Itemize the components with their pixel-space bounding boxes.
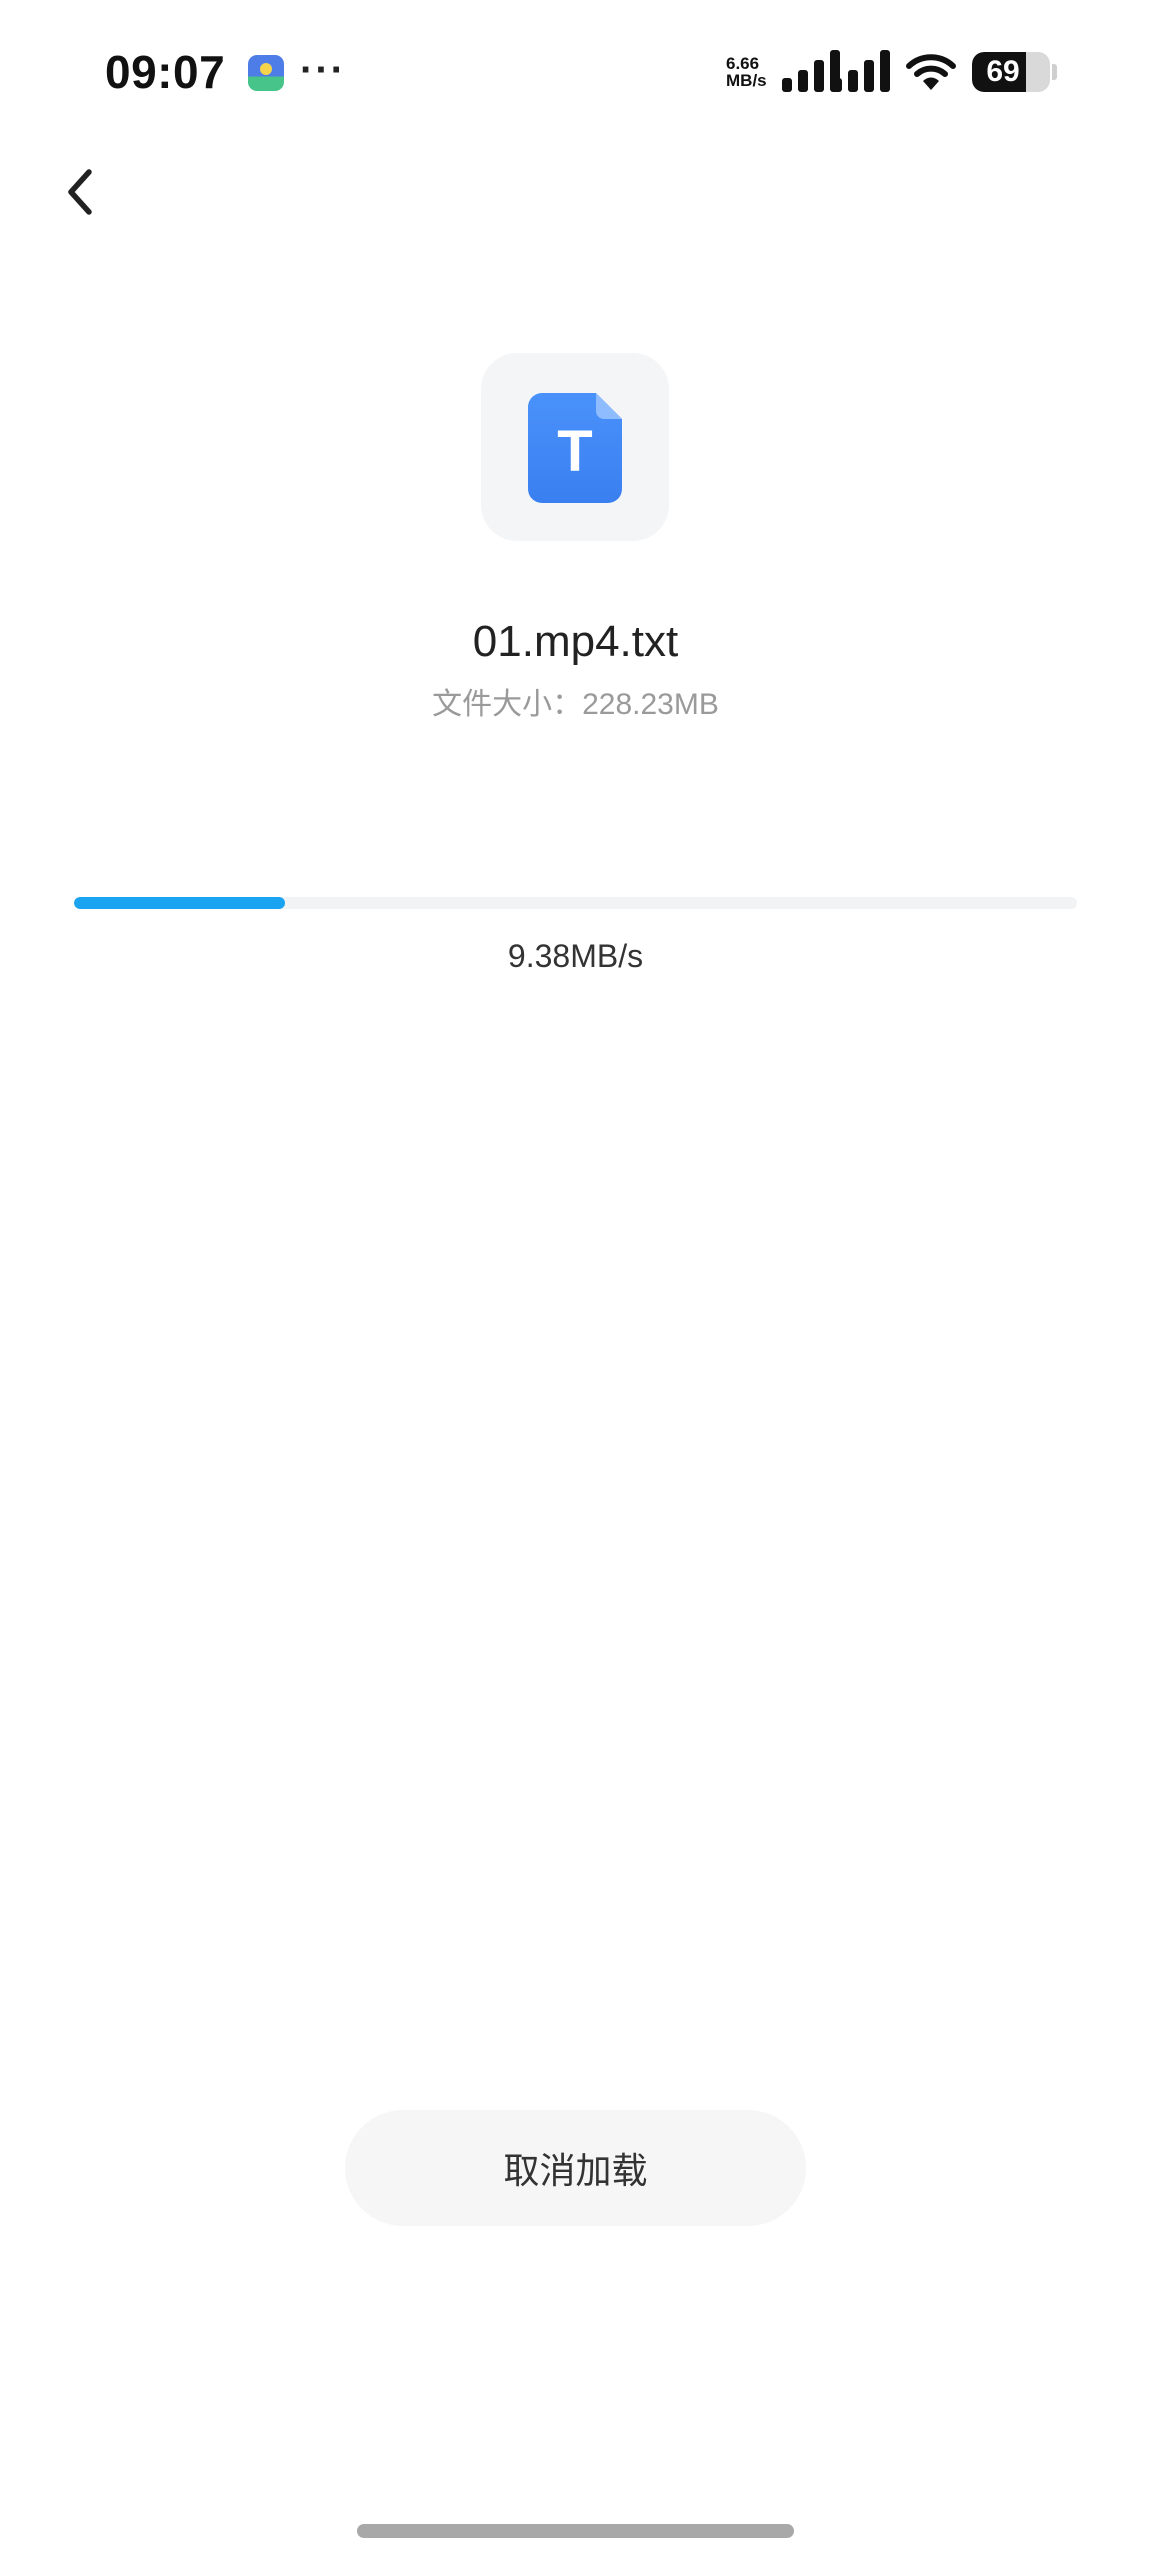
download-speed: 9.38MB/s — [507, 938, 644, 974]
signal-bars-icon — [832, 50, 890, 92]
battery-tip — [1052, 64, 1057, 80]
status-time: 09:07 — [105, 46, 226, 98]
file-type-letter: T — [557, 419, 592, 484]
network-speed: 6.66 MB/s — [726, 55, 776, 89]
cancel-loading-button[interactable]: 取消加载 — [345, 2110, 806, 2226]
download-progress-bar — [74, 897, 1077, 909]
chevron-left-icon — [68, 169, 92, 215]
file-icon-container: T — [481, 353, 669, 541]
file-size: 文件大小：228.23MB — [432, 688, 719, 721]
status-bar: 09:07 ··· 6.66 MB/s 69 — [0, 0, 1151, 150]
battery-level-text: 69 — [986, 55, 1020, 88]
network-speed-unit: MB/s — [726, 71, 767, 90]
battery-icon: 69 — [972, 52, 1050, 92]
download-progress-fill — [74, 897, 285, 909]
more-notifications-icon: ··· — [300, 48, 346, 92]
file-name: 01.mp4.txt — [472, 617, 679, 666]
text-file-icon: T — [528, 393, 622, 503]
gallery-app-icon — [248, 55, 284, 91]
network-speed-value: 6.66 — [726, 54, 760, 73]
back-button[interactable] — [48, 160, 112, 224]
wifi-icon — [906, 54, 956, 90]
home-indicator[interactable] — [357, 2524, 794, 2538]
